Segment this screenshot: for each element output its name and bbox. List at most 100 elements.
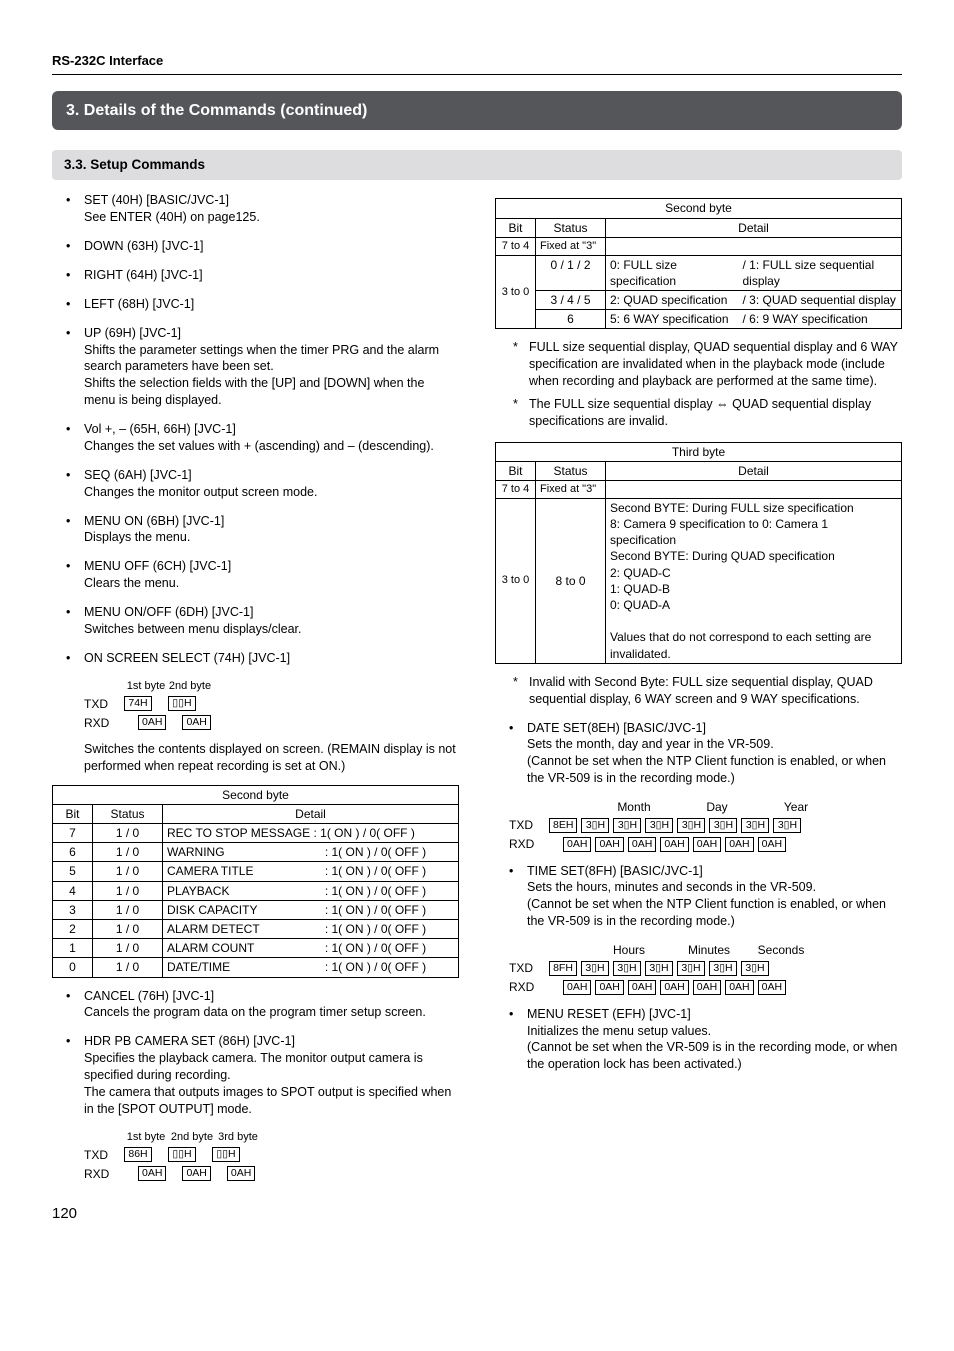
byte-box: ▯▯H [168,1147,196,1162]
table-row: 01 / 0DATE/TIME: 1( ON ) / 0( OFF ) [53,958,459,977]
cell: DATE/TIME: 1( ON ) / 0( OFF ) [163,958,459,977]
txd-label: TXD [509,960,549,976]
byte-label: 3rd byte [216,1130,260,1145]
cell: 1 / 0 [93,939,163,958]
txd-label: TXD [509,817,549,833]
byte-box: 0AH [595,837,623,852]
cell: DISK CAPACITY: 1( ON ) / 0( OFF ) [163,900,459,919]
cell: 1 / 0 [93,862,163,881]
byte-box: 0AH [563,837,591,852]
table-header: Status [536,218,606,237]
byte-box: 3▯H [581,818,609,833]
byte-box: 3▯H [709,961,737,976]
cmd-title: HDR PB CAMERA SET (86H) [JVC-1] [84,1034,295,1048]
cell: 4 [53,881,93,900]
byte-box: 3▯H [645,818,673,833]
byte-box: 0AH [660,837,688,852]
table-header: Status [536,461,606,480]
cmd-desc: Cancels the program data on the program … [84,1005,426,1019]
cell: PLAYBACK: 1( ON ) / 0( OFF ) [163,881,459,900]
cell: 6 [536,310,606,329]
seg-label: Minutes [673,942,745,958]
byte-box: 3▯H [613,961,641,976]
byte-box: 0AH [758,980,786,995]
cell: 5: 6 WAY specification [606,310,739,329]
cell-part: WARNING [167,844,325,860]
byte-box: 0AH [758,837,786,852]
cmd-title: SEQ (6AH) [JVC-1] [84,468,192,482]
byte-box: 0AH [182,715,210,730]
cmd-title: DATE SET(8EH) [BASIC/JVC-1] [527,721,706,735]
notes: Invalid with Second Byte: FULL size sequ… [495,674,902,708]
cell: 1 / 0 [93,900,163,919]
note: Invalid with Second Byte: FULL size sequ… [513,674,902,708]
table-row: 61 / 0WARNING: 1( ON ) / 0( OFF ) [53,843,459,862]
cell-part: ALARM COUNT [167,940,325,956]
page-number: 120 [52,1204,902,1224]
byte-box: ▯▯H [168,696,196,711]
cell: / 6: 9 WAY specification [739,310,902,329]
cmd-desc: Changes the monitor output screen mode. [84,485,317,499]
cell: / 1: FULL size sequential display [739,255,902,290]
table-row: 71 / 0REC TO STOP MESSAGE : 1( ON ) / 0(… [53,824,459,843]
table-row: 7 to 4Fixed at "3" [496,237,902,255]
cell: 0: FULL size specification [606,255,739,290]
cell: 3 to 0 [496,255,536,329]
cell-part: : 1( ON ) / 0( OFF ) [325,863,426,879]
byte-box: 0AH [563,980,591,995]
cell: ALARM COUNT: 1( ON ) / 0( OFF ) [163,939,459,958]
cell: 2: QUAD specification [606,290,739,309]
seg-label: Month [585,799,683,815]
cell-part: : 1( ON ) / 0( OFF ) [325,959,426,975]
cell: REC TO STOP MESSAGE : 1( ON ) / 0( OFF ) [163,824,459,843]
cell: 7 to 4 [496,237,536,255]
table-row: 21 / 0ALARM DETECT: 1( ON ) / 0( OFF ) [53,920,459,939]
third-byte-table: Third byte Bit Status Detail 7 to 4Fixed… [495,442,902,664]
cell-part: : 1( ON ) / 0( OFF ) [325,883,426,899]
cell: 1 / 0 [93,843,163,862]
cell-part: DATE/TIME [167,959,325,975]
txd-label: TXD [84,1147,124,1163]
cmd-title: MENU RESET (EFH) [JVC-1] [527,1007,691,1021]
cell: 1 / 0 [93,881,163,900]
notes: FULL size sequential display, QUAD seque… [495,339,902,429]
cmd-title: UP (69H) [JVC-1] [84,326,181,340]
cell: 2 [53,920,93,939]
cell-part: : 1( ON ) / 0( OFF ) [325,844,426,860]
cell: 8 to 0 [536,498,606,663]
table-header: Bit [496,218,536,237]
second-byte-table-right: Second byte Bit Status Detail 7 to 4Fixe… [495,198,902,329]
table-header: Detail [606,461,902,480]
cmd-title: DOWN (63H) [JVC-1] [84,239,203,253]
section-title-bar: 3. Details of the Commands (continued) [52,91,902,131]
cell-part: DISK CAPACITY [167,902,325,918]
cmd-title: ON SCREEN SELECT (74H) [JVC-1] [84,651,290,665]
second-byte-table: Second byte Bit Status Detail 71 / 0REC … [52,785,459,978]
rxd-label: RXD [84,1166,124,1182]
cell-part: : 1( ON ) / 0( OFF ) [325,940,426,956]
onscreen-desc: Switches the contents displayed on scree… [52,741,459,775]
byte-box: 0AH [227,1166,255,1181]
cell: Fixed at "3" [536,237,606,255]
onscreen-byte-diagram: 1st byte 2nd byte TXD 74H ▯▯H RXD 0AH 0A… [84,679,459,731]
table-title: Second byte [496,199,902,218]
cmd-title: Vol +, – (65H, 66H) [JVC-1] [84,422,236,436]
cell-part: : 1( ON ) / 0( OFF ) [325,902,426,918]
subsection-title-bar: 3.3. Setup Commands [52,150,902,180]
table-row: 41 / 0PLAYBACK: 1( ON ) / 0( OFF ) [53,881,459,900]
cell-detail: Second BYTE: During FULL size specificat… [610,500,897,662]
table-row: 51 / 0CAMERA TITLE: 1( ON ) / 0( OFF ) [53,862,459,881]
table-row: 11 / 0ALARM COUNT: 1( ON ) / 0( OFF ) [53,939,459,958]
byte-box: 0AH [595,980,623,995]
byte-box: 0AH [725,980,753,995]
byte-box: 3▯H [677,961,705,976]
cell: 1 / 0 [93,920,163,939]
table-header: Bit [53,804,93,823]
byte-box: 74H [124,696,152,711]
cell: 3 / 4 / 5 [536,290,606,309]
byte-box: 3▯H [741,818,769,833]
command-list: SET (40H) [BASIC/JVC-1] See ENTER (40H) … [52,192,459,666]
table-row: 7 to 4Fixed at "3" [496,481,902,499]
hdr-byte-diagram: 1st byte 2nd byte 3rd byte TXD 86H ▯▯H ▯… [84,1130,459,1182]
cmd-desc: Clears the menu. [84,576,179,590]
